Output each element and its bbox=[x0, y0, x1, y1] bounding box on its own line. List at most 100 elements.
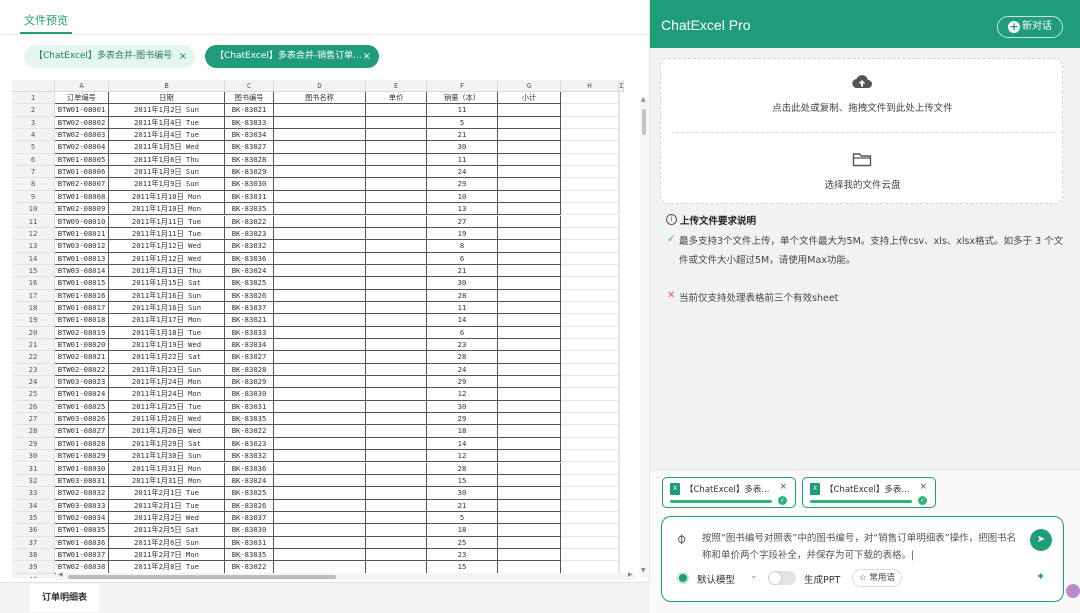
file-chip-sales-orders[interactable]: 【ChatExcel】多表合并-销售订单... × bbox=[205, 45, 379, 68]
table-cell[interactable]: BTW01-08006 bbox=[55, 166, 109, 179]
table-cell[interactable]: 8 bbox=[427, 240, 498, 253]
table-cell[interactable] bbox=[561, 314, 619, 327]
row-number[interactable]: 17 bbox=[12, 289, 55, 302]
send-button[interactable]: ➤ bbox=[1030, 529, 1052, 551]
table-cell[interactable]: 2011年1月12日 Wed bbox=[109, 252, 225, 265]
table-cell[interactable]: BTW01-08015 bbox=[55, 277, 109, 290]
table-cell[interactable] bbox=[366, 487, 427, 500]
table-cell[interactable] bbox=[619, 277, 620, 290]
table-cell[interactable] bbox=[498, 178, 561, 191]
row-number[interactable]: 39 bbox=[12, 561, 55, 574]
table-cell[interactable] bbox=[366, 190, 427, 204]
table-cell[interactable] bbox=[619, 536, 620, 549]
table-cell[interactable]: 2011年1月5日 Wed bbox=[109, 141, 225, 154]
table-cell[interactable]: 2011年2月2日 Wed bbox=[109, 511, 225, 525]
row-number[interactable]: 33 bbox=[12, 487, 55, 500]
table-cell[interactable]: BK-83026 bbox=[225, 289, 274, 302]
table-cell[interactable] bbox=[619, 104, 620, 117]
table-cell[interactable] bbox=[561, 511, 619, 525]
table-cell[interactable]: 2011年1月25日 Tue bbox=[109, 400, 225, 414]
row-number[interactable]: 19 bbox=[12, 314, 55, 327]
table-cell[interactable]: BTW02-08004 bbox=[55, 141, 109, 154]
new-chat-button[interactable]: + 新对话 bbox=[997, 16, 1063, 38]
table-cell[interactable] bbox=[366, 339, 427, 352]
table-cell[interactable]: 24 bbox=[427, 363, 498, 377]
table-cell[interactable] bbox=[366, 376, 427, 389]
table-cell[interactable] bbox=[498, 462, 561, 475]
column-header[interactable]: B bbox=[109, 80, 225, 92]
table-cell[interactable] bbox=[561, 264, 619, 278]
column-header[interactable]: H bbox=[561, 80, 619, 92]
table-cell[interactable] bbox=[619, 326, 620, 339]
table-cell[interactable] bbox=[274, 524, 366, 537]
table-cell[interactable] bbox=[366, 425, 427, 438]
table-cell[interactable] bbox=[274, 425, 366, 438]
vertical-scrollbar-track[interactable] bbox=[640, 97, 648, 577]
table-cell[interactable] bbox=[366, 499, 427, 512]
table-cell[interactable] bbox=[498, 351, 561, 364]
table-cell[interactable] bbox=[498, 277, 561, 290]
table-cell[interactable] bbox=[619, 388, 620, 401]
close-icon[interactable]: × bbox=[779, 482, 787, 492]
table-cell[interactable] bbox=[619, 487, 620, 500]
vertical-scrollbar-thumb[interactable] bbox=[642, 109, 646, 135]
table-cell[interactable]: 28 bbox=[427, 462, 498, 475]
table-cell[interactable]: BK-83029 bbox=[225, 376, 274, 389]
table-cell[interactable] bbox=[498, 487, 561, 500]
table-cell[interactable] bbox=[366, 227, 427, 241]
table-cell[interactable]: BTW01-08029 bbox=[55, 450, 109, 463]
table-cell[interactable] bbox=[561, 561, 619, 574]
table-cell[interactable]: 2011年1月19日 Wed bbox=[109, 339, 225, 352]
table-cell[interactable]: 2011年2月5日 Sat bbox=[109, 524, 225, 537]
table-cell[interactable]: 2011年1月16日 Sun bbox=[109, 289, 225, 302]
prompt-input-box[interactable]: ⌀ 按照“图书编号对照表”中的图书编号，对“销售订单明细表”操作，把图书名称和单… bbox=[661, 516, 1064, 602]
row-number[interactable]: 28 bbox=[12, 425, 55, 438]
table-cell[interactable] bbox=[274, 351, 366, 364]
table-cell[interactable]: 2011年1月26日 Wed bbox=[109, 413, 225, 426]
table-cell[interactable] bbox=[561, 339, 619, 352]
table-cell[interactable]: BK-83031 bbox=[225, 536, 274, 549]
row-number[interactable]: 4 bbox=[12, 129, 55, 142]
table-cell[interactable]: 27 bbox=[427, 215, 498, 228]
table-cell[interactable] bbox=[366, 104, 427, 117]
table-cell[interactable] bbox=[498, 511, 561, 525]
table-cell[interactable]: BTW02-08021 bbox=[55, 351, 109, 364]
table-cell[interactable]: 销量（本） bbox=[427, 92, 498, 105]
table-cell[interactable] bbox=[274, 277, 366, 290]
upload-instruction[interactable]: 点击此处或复制、拖拽文件到此处上传文件 bbox=[661, 100, 1064, 114]
table-cell[interactable]: 29 bbox=[427, 413, 498, 426]
table-cell[interactable]: BK-83022 bbox=[225, 215, 274, 228]
table-cell[interactable] bbox=[274, 511, 366, 525]
table-cell[interactable] bbox=[274, 264, 366, 278]
table-cell[interactable]: 29 bbox=[427, 376, 498, 389]
table-cell[interactable]: 13 bbox=[427, 203, 498, 216]
table-cell[interactable] bbox=[561, 363, 619, 377]
table-cell[interactable] bbox=[619, 413, 620, 426]
table-cell[interactable]: BK-83033 bbox=[225, 326, 274, 339]
table-cell[interactable] bbox=[619, 141, 620, 154]
table-cell[interactable]: 2011年1月10日 Mon bbox=[109, 190, 225, 204]
table-cell[interactable] bbox=[274, 400, 366, 414]
table-cell[interactable] bbox=[366, 141, 427, 154]
table-cell[interactable] bbox=[619, 264, 620, 278]
table-cell[interactable] bbox=[366, 215, 427, 228]
table-cell[interactable]: BK-83025 bbox=[225, 487, 274, 500]
table-cell[interactable] bbox=[619, 252, 620, 265]
table-cell[interactable] bbox=[498, 153, 561, 167]
table-cell[interactable]: 图书编号 bbox=[225, 92, 274, 105]
table-cell[interactable]: BK-83030 bbox=[225, 524, 274, 537]
table-cell[interactable] bbox=[274, 116, 366, 130]
table-cell[interactable] bbox=[619, 190, 620, 204]
row-number[interactable]: 26 bbox=[12, 400, 55, 414]
table-cell[interactable]: 11 bbox=[427, 301, 498, 315]
table-cell[interactable] bbox=[561, 437, 619, 451]
table-cell[interactable] bbox=[366, 289, 427, 302]
table-cell[interactable] bbox=[274, 339, 366, 352]
table-cell[interactable] bbox=[561, 289, 619, 302]
table-cell[interactable] bbox=[619, 203, 620, 216]
table-cell[interactable] bbox=[561, 252, 619, 265]
table-cell[interactable]: BK-83028 bbox=[225, 363, 274, 377]
table-cell[interactable]: 2011年1月9日 Sun bbox=[109, 178, 225, 191]
table-cell[interactable] bbox=[498, 363, 561, 377]
table-cell[interactable]: 2011年1月16日 Sun bbox=[109, 301, 225, 315]
